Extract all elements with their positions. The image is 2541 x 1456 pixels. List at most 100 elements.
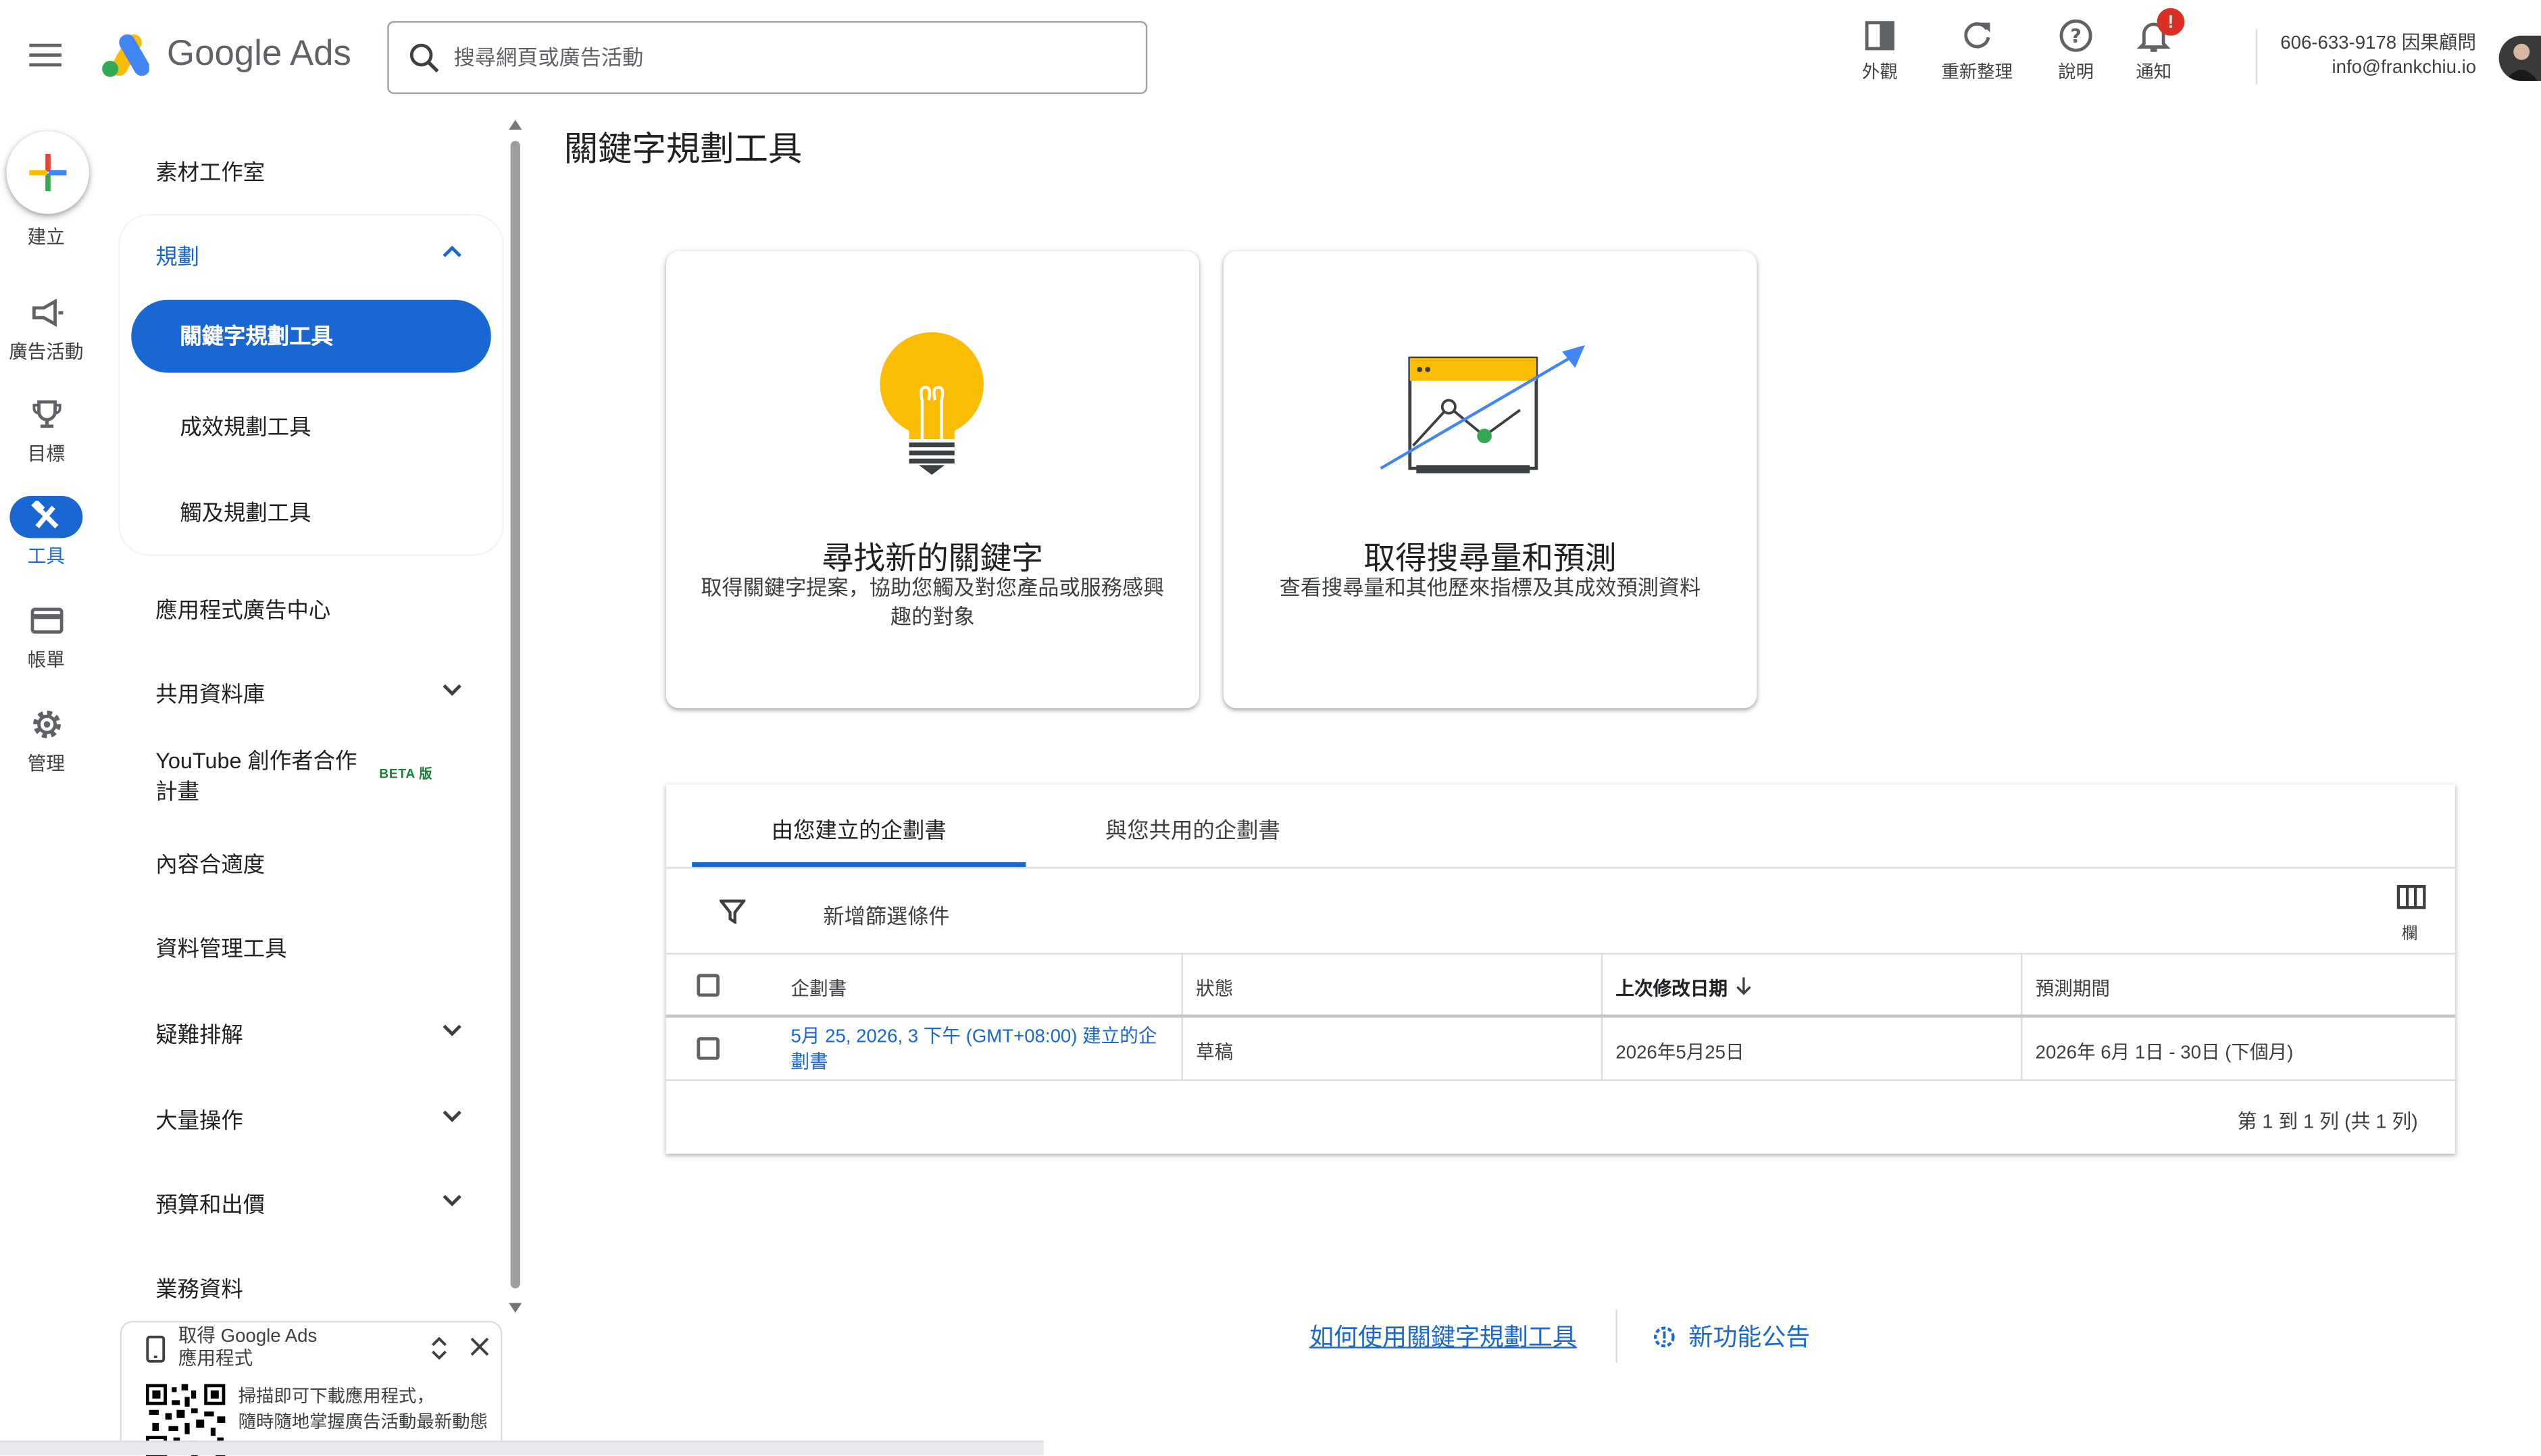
close-icon[interactable] bbox=[470, 1337, 490, 1357]
hamburger-menu-icon[interactable] bbox=[29, 42, 62, 68]
account-info[interactable]: 606-633-9178 因果顧問 info@frankchiu.io bbox=[2280, 32, 2476, 81]
scroll-up-arrow-icon[interactable] bbox=[507, 117, 524, 133]
plan-link-line2: 劃書 bbox=[790, 1053, 828, 1073]
nav-item-asset-studio[interactable]: 素材工作室 bbox=[155, 154, 265, 186]
nav-item-reach-planner[interactable]: 觸及規劃工具 bbox=[180, 495, 311, 527]
chevron-down-icon[interactable] bbox=[441, 1190, 463, 1213]
nav-item-data-manager[interactable]: 資料管理工具 bbox=[155, 930, 286, 963]
columns-label: 欄 bbox=[2401, 925, 2418, 943]
page-title: 關鍵字規劃工具 bbox=[563, 131, 803, 169]
avatar[interactable] bbox=[2498, 35, 2541, 81]
scroll-down-arrow-icon[interactable] bbox=[507, 1300, 524, 1316]
credit-card-icon bbox=[30, 607, 63, 634]
plus-icon bbox=[29, 153, 67, 192]
nav-item-planning[interactable]: 規劃 bbox=[155, 239, 199, 271]
nav-scrollbar[interactable] bbox=[507, 117, 524, 1320]
notifications-button[interactable]: 通知 ! bbox=[2105, 7, 2203, 84]
appearance-button[interactable]: 外觀 bbox=[1831, 18, 1928, 84]
new-features-link[interactable]: 新功能公告 bbox=[1653, 1319, 1811, 1353]
search-volume-desc: 查看搜尋量和其他歷來指標及其成效預測資料 bbox=[1279, 575, 1701, 600]
lightbulb-icon bbox=[880, 332, 984, 475]
row-divider bbox=[665, 1079, 2455, 1081]
promo-title: 取得 Google Ads 應用程式 bbox=[178, 1326, 422, 1371]
search-volume-forecast-card[interactable]: 取得搜尋量和預測 查看搜尋量和其他歷來指標及其成效預測資料 bbox=[1223, 251, 1757, 709]
scrollbar-thumb[interactable] bbox=[510, 141, 520, 1288]
google-ads-logo-icon[interactable] bbox=[101, 32, 149, 78]
header-last-modified[interactable]: 上次修改日期 bbox=[1615, 976, 1728, 1001]
rail-item-campaigns[interactable]: 廣告活動 bbox=[0, 292, 93, 365]
tab-my-plans[interactable]: 由您建立的企劃書 bbox=[692, 784, 1026, 868]
sort-down-arrow-icon[interactable] bbox=[1736, 977, 1752, 995]
rail-create-label-wrap: 建立 bbox=[0, 219, 93, 250]
select-all-checkbox[interactable] bbox=[697, 974, 720, 997]
chevron-down-icon[interactable] bbox=[441, 1020, 463, 1043]
plans-panel: 由您建立的企劃書 與您共用的企劃書 新增篩選條件 欄 企劃書 狀態 上次修改日期… bbox=[665, 784, 2455, 1154]
new-features-label: 新功能公告 bbox=[1688, 1324, 1811, 1352]
promo-title-line2: 應用程式 bbox=[178, 1350, 253, 1370]
google-ads-logo-text: Google Ads bbox=[167, 32, 351, 73]
create-button[interactable] bbox=[6, 131, 89, 214]
nav-item-troubleshooting[interactable]: 疑難排解 bbox=[155, 1016, 243, 1049]
nav-item-youtube-creator[interactable]: YouTube 創作者合作 計畫 bbox=[155, 745, 357, 807]
chevron-down-icon[interactable] bbox=[441, 679, 463, 702]
how-to-use-link[interactable]: 如何使用關鍵字規劃工具 bbox=[1309, 1319, 1577, 1353]
search-box[interactable] bbox=[387, 21, 1148, 95]
search-icon bbox=[408, 42, 441, 74]
youtube-line2: 計畫 bbox=[155, 779, 200, 804]
refresh-button[interactable]: 重新整理 bbox=[1928, 18, 2026, 84]
rail-item-goals[interactable]: 目標 bbox=[0, 394, 93, 467]
filter-icon[interactable] bbox=[719, 898, 746, 924]
tab-shared-plans[interactable]: 與您共用的企劃書 bbox=[1026, 784, 1359, 867]
plan-link-line1: 5月 25, 2026, 3 下午 (GMT+08:00) 建立的企 bbox=[790, 1027, 1157, 1047]
add-filter-button[interactable]: 新增篩選條件 bbox=[823, 899, 949, 930]
nav-item-business-data[interactable]: 業務資料 bbox=[155, 1271, 243, 1303]
nav-item-shared-library[interactable]: 共用資料庫 bbox=[155, 676, 265, 708]
youtube-line1: YouTube 創作者合作 bbox=[155, 749, 357, 774]
account-name: 606-633-9178 因果顧問 bbox=[2280, 34, 2477, 54]
rail-goals-label: 目標 bbox=[27, 445, 65, 466]
collapse-icon[interactable] bbox=[430, 1336, 449, 1360]
nav-item-app-ads-hub[interactable]: 應用程式廣告中心 bbox=[155, 591, 330, 624]
promo-title-line1: 取得 Google Ads bbox=[178, 1327, 318, 1347]
appearance-icon bbox=[1865, 21, 1894, 51]
row-status: 草稿 bbox=[1196, 1043, 1234, 1063]
beta-badge: BETA 版 bbox=[379, 766, 433, 782]
trophy-icon bbox=[32, 400, 61, 428]
find-keywords-card[interactable]: 尋找新的關鍵字 取得關鍵字提案，協助您觸及對您產品或服務感興趣的對象 bbox=[665, 251, 1199, 709]
nav-item-bulk-actions[interactable]: 大量操作 bbox=[155, 1102, 243, 1134]
rail-billing-label: 帳單 bbox=[27, 651, 65, 672]
app-download-promo: 取得 Google Ads 應用程式 掃描即可下載應用程式， 隨時隨地掌握廣告活… bbox=[120, 1320, 503, 1456]
row-last-modified: 2026年5月25日 bbox=[1615, 1043, 1744, 1063]
chevron-down-icon[interactable] bbox=[441, 1105, 463, 1128]
promo-text: 掃描即可下載應用程式， 隨時隨地掌握廣告活動最新動態 bbox=[238, 1386, 488, 1436]
columns-icon[interactable] bbox=[2396, 884, 2426, 909]
browser-status-bar bbox=[0, 1440, 1044, 1455]
rail-item-tools[interactable]: 工具 bbox=[0, 495, 93, 569]
rail-item-admin[interactable]: 管理 bbox=[0, 703, 93, 776]
notifications-label: 通知 bbox=[2136, 63, 2172, 83]
account-email: info@frankchiu.io bbox=[2332, 58, 2477, 78]
plan-link[interactable]: 5月 25, 2026, 3 下午 (GMT+08:00) 建立的企 劃書 bbox=[791, 1024, 1157, 1076]
header-forecast-period[interactable]: 預測期間 bbox=[2036, 976, 2110, 1001]
help-label: 說明 bbox=[2058, 63, 2094, 83]
forecast-chart-icon bbox=[1380, 345, 1585, 474]
promo-text-line2: 隨時隨地掌握廣告活動最新動態 bbox=[238, 1412, 488, 1432]
rail-admin-label: 管理 bbox=[27, 755, 65, 775]
header-status[interactable]: 狀態 bbox=[1196, 976, 1233, 1001]
search-input[interactable] bbox=[453, 22, 1135, 93]
header-plan[interactable]: 企劃書 bbox=[791, 976, 847, 1001]
tabs-divider bbox=[665, 867, 2455, 869]
row-checkbox[interactable] bbox=[697, 1037, 720, 1060]
nav-item-performance-planner[interactable]: 成效規劃工具 bbox=[180, 408, 311, 441]
filter-divider bbox=[665, 953, 2455, 955]
google-ads-page: Google Ads 外觀 重新整理 ? 說明 通知 ! 606-633-917… bbox=[0, 0, 2541, 1456]
top-bar: Google Ads 外觀 重新整理 ? 說明 通知 ! 606-633-917… bbox=[0, 0, 2541, 117]
nav-item-content-suitability[interactable]: 內容合適度 bbox=[155, 846, 265, 878]
rail-item-billing[interactable]: 帳單 bbox=[0, 599, 93, 672]
svg-text:?: ? bbox=[2070, 25, 2082, 48]
nav-item-keyword-planner[interactable]: 關鍵字規劃工具 bbox=[131, 299, 491, 373]
nav-item-budgets-bidding[interactable]: 預算和出價 bbox=[155, 1186, 265, 1219]
header-divider bbox=[665, 1014, 2455, 1018]
chevron-up-icon[interactable] bbox=[441, 240, 463, 263]
search-volume-title: 取得搜尋量和預測 bbox=[1363, 541, 1617, 577]
